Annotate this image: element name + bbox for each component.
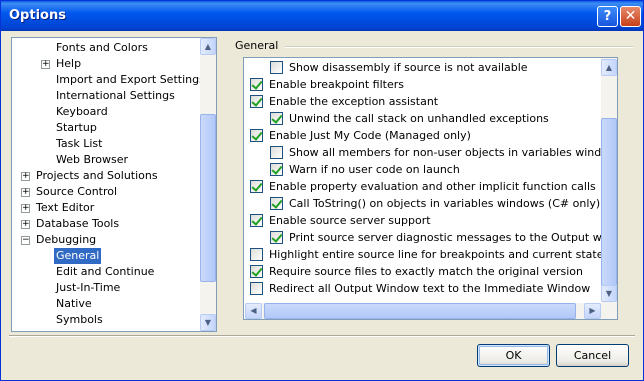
option-label: Enable Just My Code (Managed only): [269, 129, 471, 142]
options-horizontal-scrollbar[interactable]: ◀ ▶: [245, 303, 601, 319]
title-bar[interactable]: Options ? ✕: [1, 1, 643, 31]
checkbox[interactable]: [270, 112, 283, 125]
checkbox[interactable]: [270, 163, 283, 176]
expand-icon[interactable]: +: [21, 204, 30, 213]
tree-item[interactable]: + Help: [12, 56, 198, 72]
checkbox[interactable]: [250, 95, 263, 108]
tree-item-label: Task List: [56, 137, 103, 150]
tree-item[interactable]: Fonts and Colors: [12, 40, 198, 56]
scroll-right-icon[interactable]: ▶: [584, 303, 601, 319]
ok-button[interactable]: OK: [477, 344, 550, 367]
window-title: Options: [9, 8, 66, 23]
checkbox[interactable]: [270, 146, 283, 159]
tree-item[interactable]: General: [12, 248, 198, 264]
option-label: Show all members for non-user objects in…: [289, 146, 618, 159]
tree-item-label: Symbols: [56, 313, 103, 326]
checkbox[interactable]: [250, 129, 263, 142]
tree-item-label: Projects and Solutions: [36, 169, 158, 182]
tree-item-label: Import and Export Settings: [56, 73, 205, 86]
expand-icon[interactable]: +: [21, 172, 30, 181]
option-label: Print source server diagnostic messages …: [289, 231, 618, 244]
scroll-down-icon[interactable]: ▼: [200, 314, 216, 331]
tree-item-label: Keyboard: [56, 105, 108, 118]
cancel-button[interactable]: Cancel: [556, 344, 629, 367]
tree-item-label: Help: [56, 57, 82, 70]
tree-item-label: Source Control: [36, 185, 118, 198]
option-label: Enable the exception assistant: [269, 95, 439, 108]
tree-item[interactable]: + Text Editor: [12, 200, 198, 216]
tree-item-label: Startup: [56, 121, 97, 134]
button-separator: [9, 335, 635, 337]
tree-item[interactable]: Import and Export Settings: [12, 72, 205, 88]
scroll-thumb[interactable]: [601, 118, 617, 286]
tree-item[interactable]: Task List: [12, 136, 198, 152]
tree-item[interactable]: Web Browser: [12, 152, 198, 168]
tree-item-label: Debugging: [36, 233, 97, 246]
tree-item-label: Web Browser: [56, 153, 129, 166]
checkbox[interactable]: [250, 214, 263, 227]
tree-item[interactable]: Native: [12, 296, 198, 312]
option-label: Enable breakpoint filters: [269, 78, 404, 91]
options-list[interactable]: Redirect all Output Window text to the I…: [243, 57, 618, 320]
option-label: Show disassembly if source is not availa…: [289, 61, 528, 74]
tree-item[interactable]: Edit and Continue: [12, 264, 198, 280]
checkbox[interactable]: [250, 78, 263, 91]
checkbox[interactable]: [250, 282, 263, 295]
tree-item-label: Edit and Continue: [56, 265, 155, 278]
scroll-down-icon[interactable]: ▼: [601, 285, 617, 302]
section-title: General: [235, 39, 279, 52]
tree-vertical-scrollbar[interactable]: ▲ ▼: [200, 38, 216, 331]
scroll-up-icon[interactable]: ▲: [200, 38, 216, 55]
option-label: Unwind the call stack on unhandled excep…: [289, 112, 549, 125]
option-label: Enable property evaluation and other imp…: [269, 180, 596, 193]
tree-item-label: Fonts and Colors: [56, 41, 148, 54]
tree-item-label: Just-In-Time: [56, 281, 121, 294]
scroll-left-icon[interactable]: ◀: [245, 303, 262, 319]
tree-item[interactable]: Just-In-Time: [12, 280, 198, 296]
tree-item-label: Native: [56, 297, 92, 310]
scroll-thumb[interactable]: [264, 303, 576, 319]
tree-item-label: General: [54, 248, 102, 264]
close-icon[interactable]: ✕: [620, 6, 641, 27]
scroll-up-icon[interactable]: ▲: [601, 59, 617, 76]
expand-icon[interactable]: +: [41, 60, 50, 69]
tree-item[interactable]: + Source Control: [12, 184, 198, 200]
options-tree[interactable]: Symbols Native Just-In-Time Edit and Contin…: [11, 37, 217, 332]
option-label: Require source files to exactly match th…: [269, 265, 583, 278]
tree-item-label: Text Editor: [36, 201, 95, 214]
expand-icon[interactable]: +: [21, 188, 30, 197]
checkbox[interactable]: [250, 180, 263, 193]
checkbox[interactable]: [270, 197, 283, 210]
tree-item[interactable]: Symbols: [12, 312, 198, 328]
option-label: Highlight entire source line for breakpo…: [269, 248, 618, 261]
tree-item[interactable]: + Database Tools: [12, 216, 198, 232]
scroll-thumb[interactable]: [200, 114, 216, 282]
option-label: Enable source server support: [269, 214, 431, 227]
help-icon[interactable]: ?: [597, 6, 618, 27]
section-divider: [285, 46, 633, 48]
option-label: Warn if no user code on launch: [289, 163, 460, 176]
tree-item[interactable]: − Debugging: [12, 232, 198, 248]
tree-item[interactable]: Startup: [12, 120, 198, 136]
checkbox[interactable]: [250, 248, 263, 261]
options-vertical-scrollbar[interactable]: ▲ ▼: [601, 58, 617, 319]
options-dialog: Options ? ✕ Symbols Native Just-In-Time Edi…: [0, 0, 644, 381]
checkbox[interactable]: [270, 61, 283, 74]
option-label: Call ToString() on objects in variables …: [289, 197, 601, 210]
checkbox[interactable]: [270, 231, 283, 244]
tree-item[interactable]: + Projects and Solutions: [12, 168, 198, 184]
expand-icon[interactable]: +: [21, 220, 30, 229]
tree-item-label: International Settings: [56, 89, 175, 102]
tree-item-label: Database Tools: [36, 217, 120, 230]
checkbox[interactable]: [250, 265, 263, 278]
option-label: Redirect all Output Window text to the I…: [269, 282, 591, 295]
tree-item[interactable]: International Settings: [12, 88, 198, 104]
tree-item[interactable]: Keyboard: [12, 104, 198, 120]
collapse-icon[interactable]: −: [21, 236, 30, 245]
